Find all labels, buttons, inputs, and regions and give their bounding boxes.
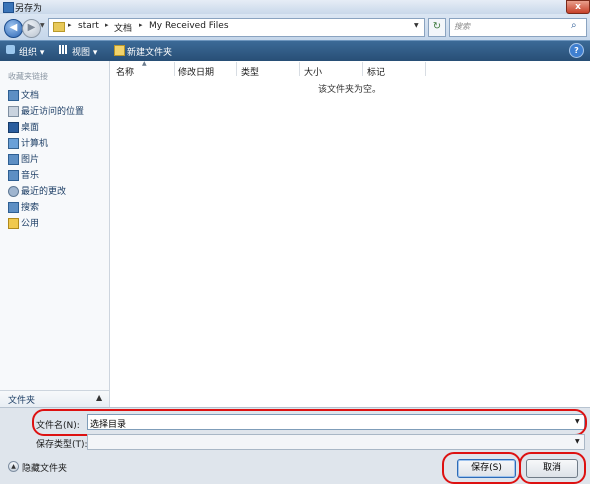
chevron-up-circle-icon[interactable]: ▲ [8,461,19,472]
column-header-modified[interactable]: 修改日期 [178,65,214,78]
sidebar-item-label: 最近的更改 [21,187,67,197]
address-dropdown-icon[interactable]: ▼ [414,22,419,29]
column-divider[interactable] [174,62,175,76]
help-icon[interactable]: ? [569,43,584,58]
filetype-select[interactable] [87,434,585,450]
column-divider[interactable] [299,62,300,76]
searches-icon [8,202,19,213]
window-title: 另存为 [15,4,43,14]
music-icon [8,170,19,181]
empty-folder-message: 该文件夹为空。 [318,85,382,95]
search-icon[interactable]: ⌕ [571,20,577,31]
breadcrumb-current[interactable]: My Received Files [149,21,229,31]
filetype-dropdown-icon[interactable]: ▼ [575,438,580,445]
refresh-button[interactable]: ↻ [428,18,446,37]
sidebar-item-pictures[interactable]: 图片 [8,152,108,165]
desktop-icon [8,122,19,133]
sort-ascending-icon: ▲ [142,60,147,67]
app-icon [3,2,14,13]
sidebar-item-label: 文档 [21,91,40,101]
new-folder-button[interactable]: 新建文件夹 [127,45,172,58]
close-button[interactable]: x [566,0,590,14]
hide-folders-toggle[interactable]: 隐藏文件夹 [22,461,67,474]
column-header-tags[interactable]: 标记 [367,65,385,78]
chevron-up-icon[interactable]: ▲ [96,393,102,402]
folders-label: 文件夹 [8,396,36,406]
column-header-name[interactable]: 名称 [116,65,134,78]
pictures-icon [8,154,19,165]
sidebar-item-label: 音乐 [21,171,40,181]
sidebar-item-recent-places[interactable]: 最近访问的位置 [8,104,108,117]
organize-icon [6,45,15,54]
file-list[interactable] [110,61,590,407]
column-divider[interactable] [362,62,363,76]
breadcrumb-documents[interactable]: 文档 [114,21,132,34]
column-header-size[interactable]: 大小 [304,65,322,78]
favorite-links-header: 收藏夹链接 [8,72,48,81]
sidebar-item-documents[interactable]: 文档 [8,88,108,101]
recent-changes-icon [8,186,19,197]
column-header-type[interactable]: 类型 [241,65,259,78]
views-menu[interactable]: 视图 ▾ [72,45,97,58]
chevron-right-icon[interactable]: ▸ [139,21,143,29]
recent-pages-chevron-icon[interactable]: ▼ [40,22,45,29]
sidebar-item-label: 最近访问的位置 [21,107,85,117]
highlight-ring-filename [32,409,587,436]
highlight-ring-cancel [519,452,586,484]
public-folder-icon [8,218,19,229]
sidebar-item-label: 计算机 [21,139,49,149]
chevron-right-icon[interactable]: ▸ [105,21,109,29]
sidebar-item-computer[interactable]: 计算机 [8,136,108,149]
sidebar-item-public[interactable]: 公用 [8,216,108,229]
chevron-right-icon[interactable]: ▸ [68,21,72,29]
sidebar-item-label: 图片 [21,155,40,165]
recent-places-icon [8,106,19,117]
filetype-label: 保存类型(T): [36,440,88,450]
documents-icon [8,90,19,101]
sidebar-item-label: 搜索 [21,203,40,213]
sidebar-item-searches[interactable]: 搜索 [8,200,108,213]
sidebar-item-recent-changes[interactable]: 最近的更改 [8,184,108,197]
sidebar-item-label: 桌面 [21,123,40,133]
breadcrumb-start[interactable]: start [78,21,99,31]
sidebar-item-label: 公用 [21,219,40,229]
folder-icon [53,22,65,32]
search-placeholder: 搜索 [454,22,470,31]
sidebar-item-music[interactable]: 音乐 [8,168,108,181]
computer-icon [8,138,19,149]
column-divider[interactable] [425,62,426,76]
views-icon [59,45,68,54]
column-divider[interactable] [236,62,237,76]
back-button[interactable]: ◀ [4,19,23,38]
highlight-ring-save [442,452,521,484]
sidebar-item-desktop[interactable]: 桌面 [8,120,108,133]
forward-button[interactable]: ▶ [22,19,41,38]
title-bar [0,0,590,14]
new-folder-icon [114,45,125,56]
organize-menu[interactable]: 组织 ▾ [19,45,44,58]
